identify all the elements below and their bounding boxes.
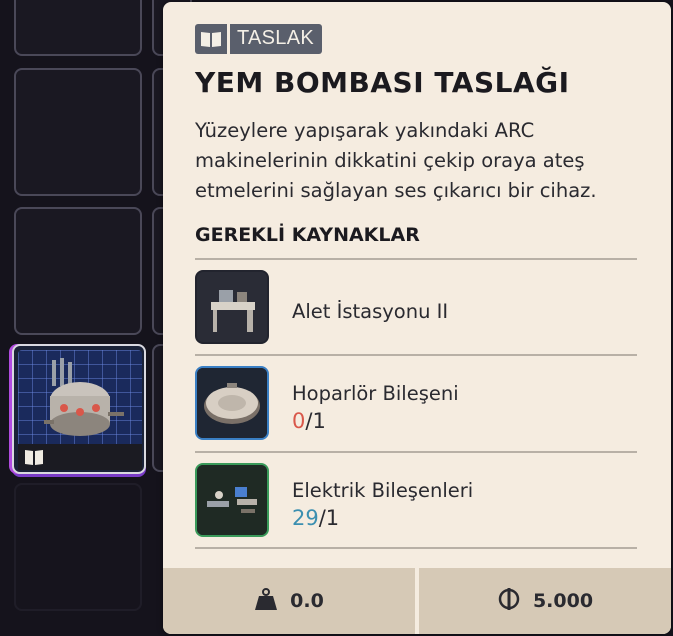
weight-cell: 0.0 xyxy=(163,568,415,634)
inventory-grid xyxy=(0,0,192,636)
weight-value: 0.0 xyxy=(290,590,324,612)
weight-icon xyxy=(254,587,278,616)
slot-footer xyxy=(18,444,142,470)
blueprint-tag: TASLAK xyxy=(195,24,323,54)
inventory-slot[interactable] xyxy=(14,483,142,611)
speaker-component-icon xyxy=(195,366,269,440)
item-footer: 0.0 5.000 xyxy=(163,568,671,634)
resource-row: Alet İstasyonu II xyxy=(195,260,637,354)
requirements-heading: GEREKLİ KAYNAKLAR xyxy=(195,224,420,246)
price-value: 5.000 xyxy=(532,590,594,612)
inventory-slot[interactable] xyxy=(14,68,142,196)
item-tooltip: TASLAK YEM BOMBASI TASLAĞI Yüzeylere yap… xyxy=(163,2,671,634)
resource-need: /1 xyxy=(305,409,326,433)
divider xyxy=(195,547,637,549)
inventory-slot-selected[interactable] xyxy=(12,344,146,474)
resource-name: Alet İstasyonu II xyxy=(292,300,449,323)
book-icon xyxy=(195,24,227,54)
decoy-bomb-icon xyxy=(18,350,142,444)
resource-row: Elektrik Bileşenleri 29/1 xyxy=(195,453,637,547)
inventory-slot[interactable] xyxy=(14,0,142,56)
item-title: YEM BOMBASI TASLAĞI xyxy=(195,66,570,99)
resource-have: 0 xyxy=(292,409,306,433)
item-description: Yüzeylere yapışarak yakındaki ARC makine… xyxy=(195,119,597,202)
electric-components-icon xyxy=(195,463,269,537)
resource-name: Hoparlör Bileşeni xyxy=(292,382,459,405)
resource-name: Elektrik Bileşenleri xyxy=(292,479,474,502)
resource-need: /1 xyxy=(318,506,340,530)
resource-have: 29 xyxy=(292,506,319,530)
resource-row: Hoparlör Bileşeni 0/1 xyxy=(195,356,637,450)
resource-count: 29/1 xyxy=(292,506,339,530)
coin-icon xyxy=(497,587,521,616)
resource-count: 0/1 xyxy=(292,409,326,433)
price-cell: 5.000 xyxy=(419,568,671,634)
book-icon xyxy=(24,448,44,470)
inventory-slot[interactable] xyxy=(14,207,142,335)
workbench-icon xyxy=(195,270,269,344)
tag-label: TASLAK xyxy=(230,24,323,54)
